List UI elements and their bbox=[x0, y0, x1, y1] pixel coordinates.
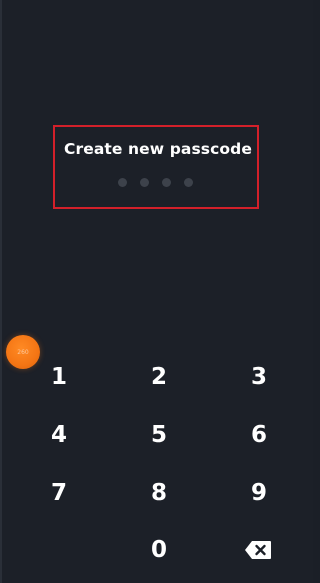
key-4[interactable]: 4 bbox=[29, 415, 89, 455]
screen-edge bbox=[0, 0, 2, 583]
key-3[interactable]: 3 bbox=[229, 357, 289, 397]
passcode-title: Create new passcode bbox=[64, 140, 252, 158]
backspace-icon bbox=[245, 541, 271, 559]
key-5[interactable]: 5 bbox=[129, 415, 189, 455]
floating-button-label: 260 bbox=[17, 348, 29, 356]
passcode-dot bbox=[184, 178, 193, 187]
passcode-indicator bbox=[118, 178, 193, 188]
key-1[interactable]: 1 bbox=[29, 357, 89, 397]
key-0[interactable]: 0 bbox=[129, 530, 189, 570]
key-6[interactable]: 6 bbox=[229, 415, 289, 455]
passcode-dot bbox=[118, 178, 127, 187]
passcode-dot bbox=[140, 178, 149, 187]
key-9[interactable]: 9 bbox=[229, 473, 289, 513]
passcode-dot bbox=[162, 178, 171, 187]
passcode-screen: Create new passcode 260 1 2 3 4 5 6 7 8 … bbox=[0, 0, 313, 583]
key-2[interactable]: 2 bbox=[129, 357, 189, 397]
key-8[interactable]: 8 bbox=[129, 473, 189, 513]
backspace-button[interactable] bbox=[244, 540, 272, 560]
key-7[interactable]: 7 bbox=[29, 473, 89, 513]
passcode-highlight-box bbox=[53, 125, 259, 209]
